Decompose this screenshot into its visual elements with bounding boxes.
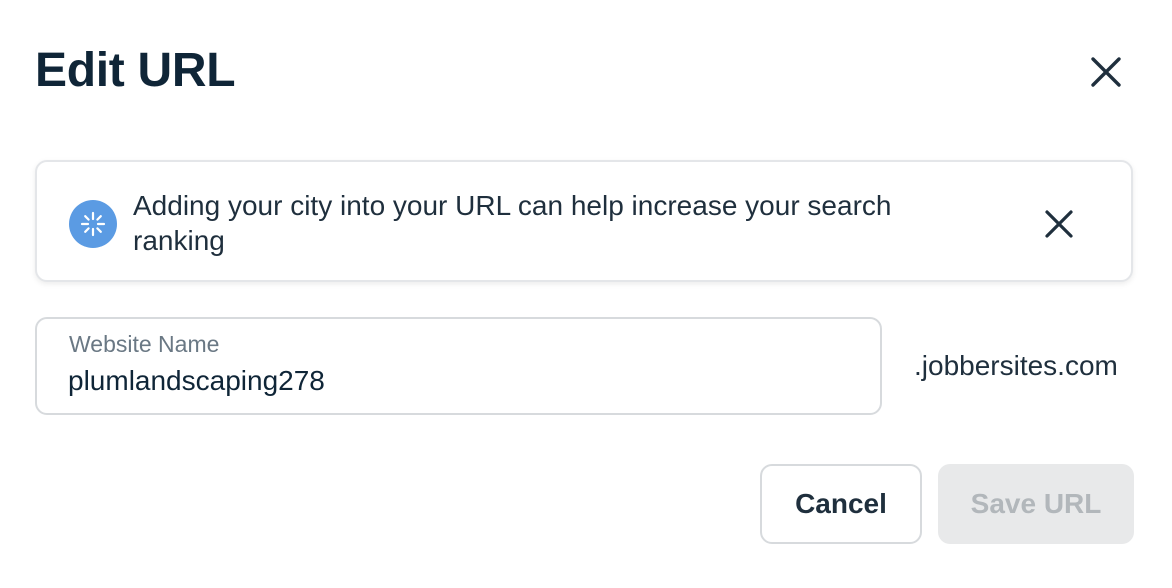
tip-banner: Adding your city into your URL can help … bbox=[35, 160, 1133, 282]
dialog-title: Edit URL bbox=[35, 44, 236, 97]
close-icon bbox=[1091, 57, 1121, 87]
tip-banner-dismiss-button[interactable] bbox=[1035, 200, 1083, 248]
save-url-button[interactable]: Save URL bbox=[938, 464, 1134, 544]
website-name-field[interactable]: Website Name bbox=[35, 317, 882, 415]
website-name-input[interactable] bbox=[68, 363, 848, 399]
cancel-button[interactable]: Cancel bbox=[760, 464, 922, 544]
dialog-close-button[interactable] bbox=[1082, 48, 1130, 96]
sparkle-icon bbox=[69, 200, 117, 248]
website-name-label: Website Name bbox=[69, 331, 220, 357]
domain-suffix: .jobbersites.com bbox=[914, 350, 1118, 381]
tip-banner-message: Adding your city into your URL can help … bbox=[133, 190, 892, 256]
close-icon bbox=[1045, 210, 1073, 238]
edit-url-dialog: Edit URL Adding your city into your URL … bbox=[0, 0, 1172, 588]
